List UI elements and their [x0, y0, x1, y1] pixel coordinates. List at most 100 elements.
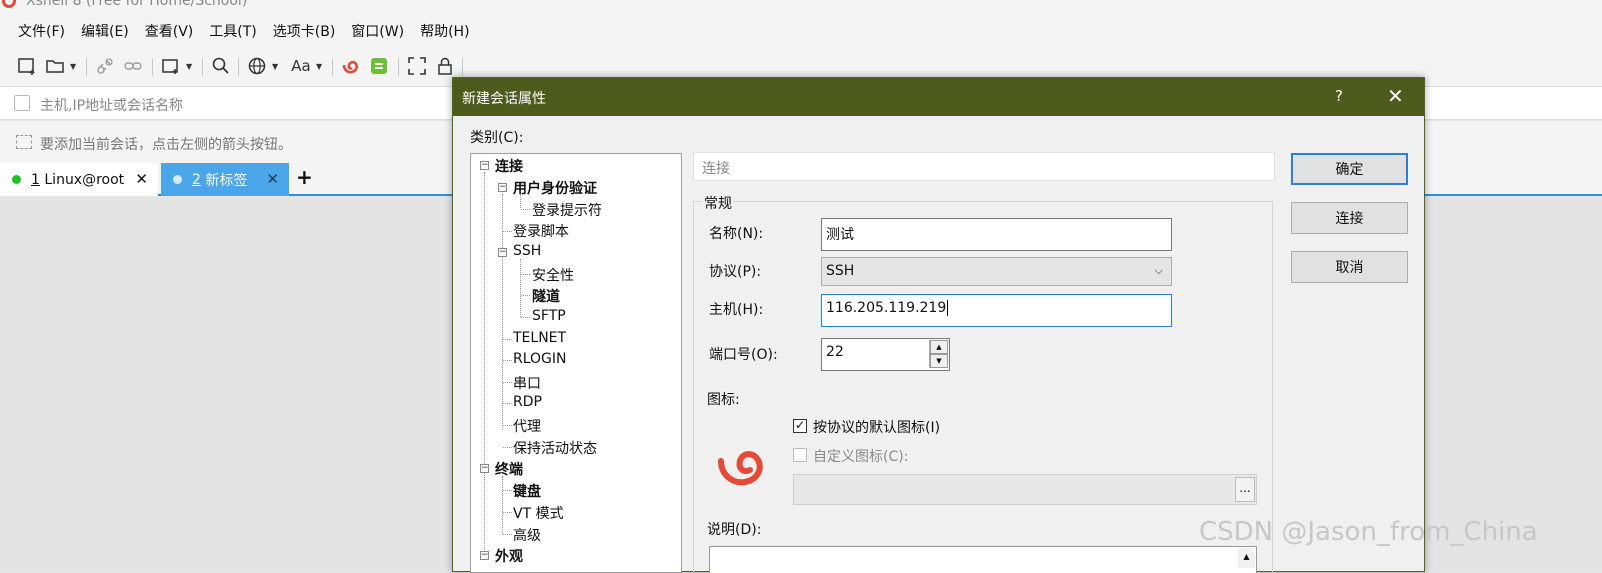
tree-item-tunneling[interactable]: 隧道 [532, 286, 560, 306]
tree-item-user-auth[interactable]: 用户身份验证 [513, 178, 597, 198]
lock-icon[interactable] [434, 55, 456, 77]
tree-line [502, 194, 503, 430]
tree-item-vt-mode[interactable]: VT 模式 [513, 503, 564, 523]
toolbar-separator [398, 58, 399, 76]
ok-button[interactable]: 确定 [1291, 153, 1408, 185]
tab-label: Linux@root [44, 171, 125, 188]
tree-item-rdp[interactable]: RDP [513, 394, 542, 410]
menu-bar: 文件(F) 编辑(E) 查看(V) 工具(T) 选项卡(B) 窗口(W) 帮助(… [0, 16, 1602, 46]
tree-line [521, 274, 530, 275]
tree-item-keep-alive[interactable]: 保持活动状态 [513, 438, 597, 458]
tree-item-appearance[interactable]: 外观 [495, 546, 523, 566]
xftp-icon[interactable] [368, 55, 390, 77]
category-label: 类别(C): [470, 130, 524, 146]
icon-label: 图标: [707, 392, 740, 408]
tree-item-connection[interactable]: 连接 [495, 156, 523, 176]
close-tab-icon[interactable]: ✕ [135, 170, 148, 188]
collapse-icon[interactable]: − [480, 464, 489, 473]
address-placeholder: 主机,IP地址或会话名称 [40, 98, 184, 114]
globe-dropdown-icon[interactable]: ▼ [272, 55, 282, 77]
increment-icon[interactable]: ▲ [930, 340, 948, 354]
custom-icon-label: 自定义图标(C): [813, 449, 909, 465]
tree-item-serial[interactable]: 串口 [513, 373, 541, 393]
protocol-label: 协议(P): [709, 264, 762, 280]
dialog-title-bar: 新建会话属性 ? ✕ [453, 78, 1424, 116]
cancel-button[interactable]: 取消 [1291, 251, 1408, 283]
menu-view[interactable]: 查看(V) [145, 21, 194, 41]
tree-line [502, 476, 503, 534]
collapse-icon[interactable]: − [480, 551, 489, 560]
tree-item-terminal[interactable]: 终端 [495, 459, 523, 479]
text-cursor [947, 300, 949, 316]
menu-help[interactable]: 帮助(H) [420, 21, 469, 41]
tab-label: 新标签 [205, 172, 248, 189]
tree-line [503, 425, 512, 426]
custom-icon-path-field[interactable]: ... [793, 474, 1257, 505]
tree-item-login-prompt[interactable]: 登录提示符 [532, 200, 602, 220]
description-textarea[interactable]: ▲ [709, 546, 1257, 573]
help-icon[interactable]: ? [1335, 87, 1343, 105]
host-input[interactable]: 116.205.119.219 [821, 294, 1172, 327]
collapse-icon[interactable]: − [480, 161, 489, 170]
decrement-icon[interactable]: ▼ [930, 354, 948, 368]
tree-line [521, 317, 530, 318]
protocol-select[interactable]: SSH ⌵ [821, 257, 1172, 286]
font-icon[interactable]: Aa [288, 55, 314, 77]
name-input[interactable]: 测试 [821, 218, 1172, 251]
close-icon[interactable]: ✕ [1387, 84, 1404, 108]
globe-icon[interactable] [246, 55, 268, 77]
collapse-icon[interactable]: − [498, 183, 507, 192]
custom-icon-checkbox[interactable] [793, 448, 807, 462]
tree-item-sftp[interactable]: SFTP [532, 308, 566, 324]
fullscreen-icon[interactable] [406, 55, 428, 77]
new-tab-icon[interactable] [160, 55, 182, 77]
tree-item-keyboard[interactable]: 键盘 [513, 481, 541, 501]
tree-line [520, 259, 521, 317]
tree-line [503, 339, 512, 340]
tree-item-proxy[interactable]: 代理 [513, 416, 541, 436]
browse-button[interactable]: ... [1235, 477, 1255, 502]
tree-item-security[interactable]: 安全性 [532, 265, 574, 285]
port-stepper[interactable]: ▲ ▼ [929, 340, 948, 368]
tree-line [503, 512, 512, 513]
menu-tools[interactable]: 工具(T) [209, 21, 256, 41]
connect-button[interactable]: 连接 [1291, 202, 1408, 234]
tree-item-advanced[interactable]: 高级 [513, 525, 541, 545]
tree-item-ssh[interactable]: SSH [513, 243, 541, 259]
scroll-up-icon[interactable]: ▲ [1238, 548, 1255, 568]
menu-edit[interactable]: 编辑(E) [81, 21, 129, 41]
xshell-icon[interactable] [340, 55, 362, 77]
add-tab-icon[interactable]: + [296, 165, 313, 189]
tree-item-login-script[interactable]: 登录脚本 [513, 221, 569, 241]
menu-window[interactable]: 窗口(W) [351, 21, 404, 41]
dialog-title: 新建会话属性 [462, 91, 546, 107]
tab-new[interactable]: 2 新标签 ✕ [161, 163, 289, 196]
csdn-watermark: CSDN @Jason_from_China [1199, 517, 1538, 547]
tree-item-rlogin[interactable]: RLOGIN [513, 351, 567, 367]
tree-line [484, 172, 485, 552]
reconnect-link-icon[interactable] [122, 55, 144, 77]
tree-line [503, 382, 512, 383]
disconnect-link-icon[interactable] [94, 55, 116, 77]
tree-item-telnet[interactable]: TELNET [513, 330, 566, 346]
open-dropdown-icon[interactable]: ▼ [70, 55, 80, 77]
toolbar-separator [462, 58, 463, 76]
chevron-down-icon: ⌵ [1154, 264, 1163, 277]
close-tab-icon[interactable]: ✕ [266, 170, 279, 188]
name-label: 名称(N): [709, 226, 764, 242]
collapse-icon[interactable]: − [498, 248, 507, 257]
toolbar-separator [152, 58, 153, 76]
new-session-icon[interactable] [16, 55, 38, 77]
menu-tabs[interactable]: 选项卡(B) [273, 21, 336, 41]
font-dropdown-icon[interactable]: ▼ [316, 55, 326, 77]
menu-file[interactable]: 文件(F) [18, 21, 65, 41]
tree-line [503, 490, 512, 491]
tab-linux-root[interactable]: 1 Linux@root ✕ [0, 163, 158, 196]
default-icon-checkbox[interactable]: ✓ [793, 419, 807, 433]
toolbar-separator [238, 58, 239, 76]
open-folder-icon[interactable] [44, 55, 66, 77]
search-icon[interactable] [210, 55, 232, 77]
default-icon-label: 按协议的默认图标(I) [813, 420, 941, 436]
add-session-arrow-icon[interactable] [16, 135, 32, 149]
new-tab-dropdown-icon[interactable]: ▼ [186, 55, 196, 77]
